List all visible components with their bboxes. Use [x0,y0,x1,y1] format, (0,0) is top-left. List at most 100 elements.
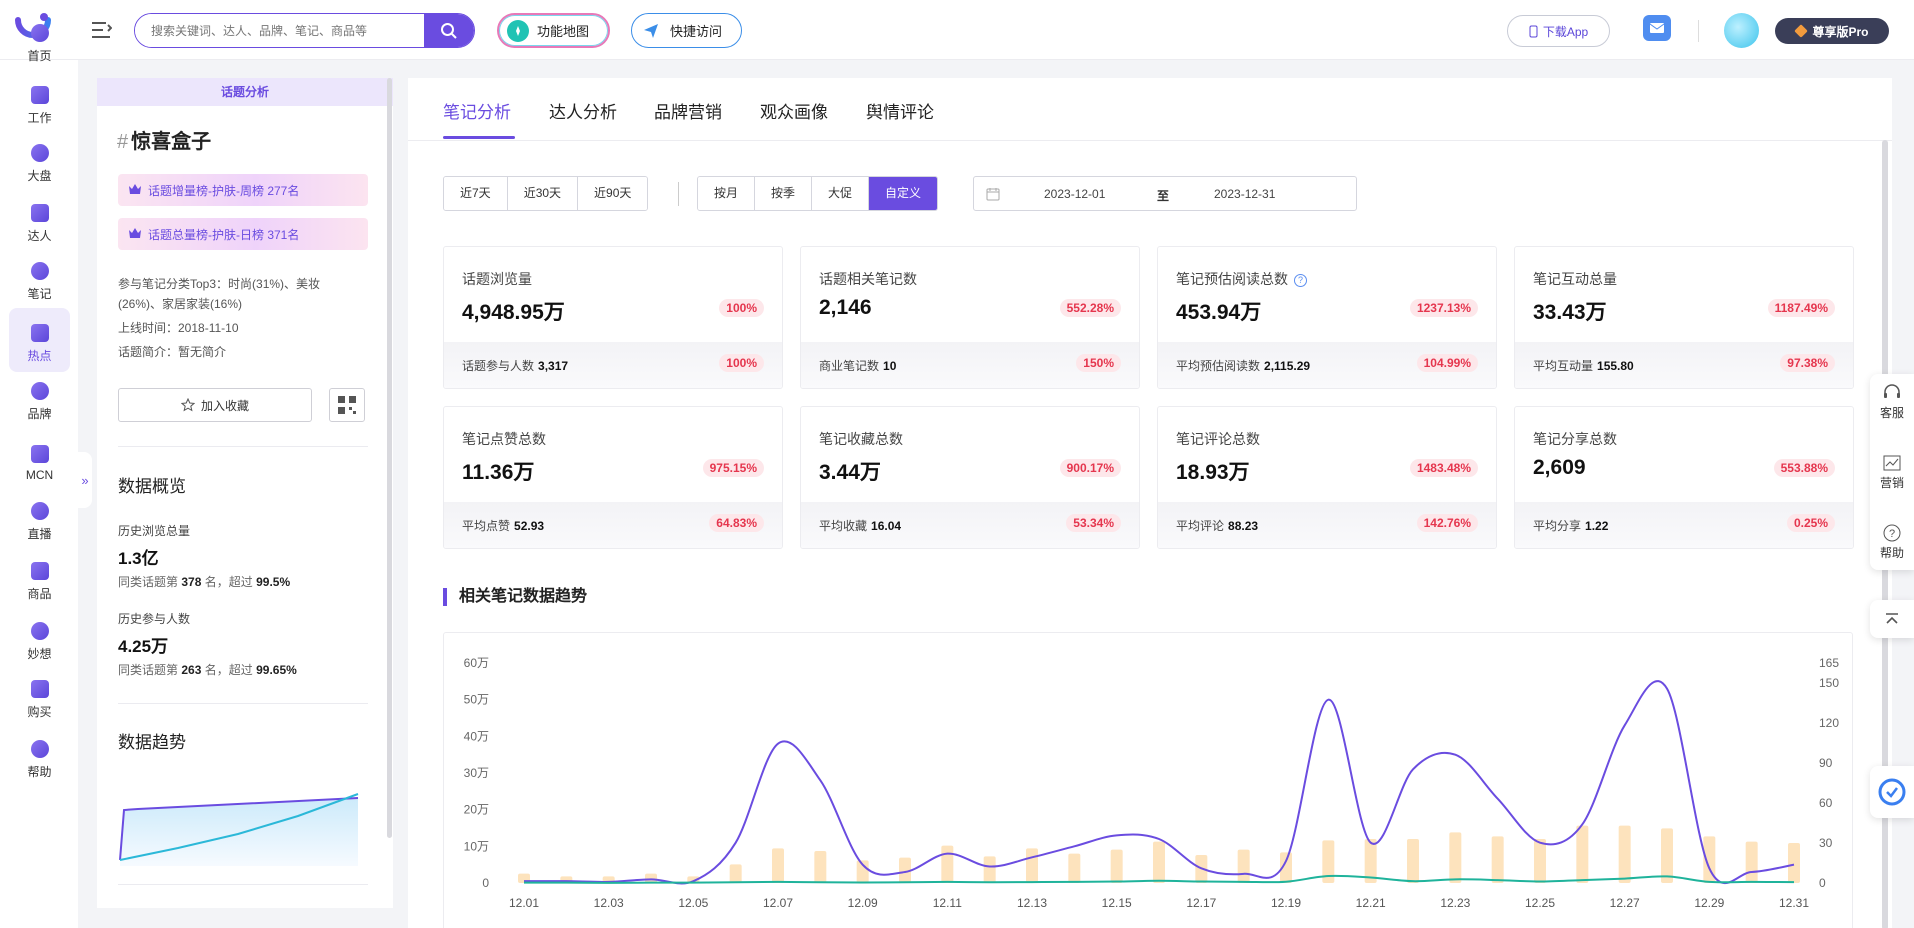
kpi-card: 笔记互动总量 33.43万 1187.49% 平均互动量 155.80 97.38% [1514,246,1854,389]
sidebar-item[interactable]: 商品 [9,546,70,610]
y-left-tick-label: 40万 [464,729,489,743]
rank-badge-total[interactable]: 话题总量榜-护肤-日榜 371名 [118,218,368,250]
help-icon[interactable]: ? [1294,274,1307,287]
kpi-footer: 话题参与人数 3,317 100% [444,342,782,388]
sidebar-item-label: MCN [25,468,54,482]
search-bar [134,13,475,48]
quick-range-button[interactable]: 近7天 [444,177,508,210]
rank-mid: 名，超过 [204,663,253,677]
kpi-value: 11.36万 [462,461,535,484]
sidebar-item[interactable]: 首页 [9,8,70,72]
sidebar-item[interactable]: 帮助 [9,724,70,788]
search-input[interactable] [135,14,424,47]
kpi-sub-label: 平均互动量 155.80 [1533,357,1634,374]
kpi-card: 笔记预估阅读总数? 453.94万 1237.13% 平均预估阅读数 2,115.29 1… [1157,246,1497,389]
person-icon [30,204,49,222]
top-bar: 功能地图 快捷访问 下载App 尊享版Pro [0,0,1914,60]
sidebar-item-label: 商品 [27,587,52,601]
quick-access-label: 快捷访问 [670,24,723,39]
period-button[interactable]: 按月 [698,177,756,210]
note-icon [30,262,49,280]
sidebar-item[interactable]: 妙想 [9,606,70,670]
quick-access-button[interactable]: 快捷访问 [631,13,742,48]
kpi-label: 笔记分享总数 [1533,429,1617,449]
help-icon [30,740,49,758]
marketing-label: 营销 [1879,476,1904,490]
kpi-card: 话题相关笔记数 2,146 552.28% 商业笔记数 10 150% [800,246,1140,389]
expand-panel-icon[interactable]: » [78,452,92,508]
date-end[interactable]: 2023-12-31 [1214,187,1275,201]
kpi-footer: 商业笔记数 10 150% [801,342,1139,388]
pro-badge[interactable]: 尊享版Pro [1775,18,1889,44]
bar [1153,841,1165,883]
assistant-button[interactable] [1870,766,1914,818]
sidebar-item[interactable]: 工作 [9,70,70,134]
period-button[interactable]: 自定义 [869,177,938,210]
bar [814,851,827,883]
kpi-label-text: 话题相关笔记数 [819,271,917,287]
history-users-label: 历史参与人数 [118,612,191,626]
bar [1110,849,1123,883]
mini-trend-chart [119,793,359,866]
rank-percent: 99.5% [256,575,291,589]
left-panel-scrollbar[interactable] [387,78,392,838]
sidebar-item[interactable]: MCN [9,426,70,490]
sidebar-item[interactable]: 大盘 [9,128,70,192]
rank-text: 话题增量榜-护肤-周榜 277名 [148,183,300,198]
qr-code-icon[interactable] [329,388,365,422]
help-button[interactable]: ? 帮助 [1870,524,1914,561]
add-favorite-button[interactable]: 加入收藏 [118,388,312,422]
category-line: 参与笔记分类Top3：时尚(31%)、美妆 [118,277,321,291]
tab[interactable]: 舆情评论 [866,98,934,123]
mail-icon[interactable] [1643,15,1671,41]
goods-icon [30,562,49,580]
pro-label: 尊享版Pro [1812,24,1869,39]
sidebar-item[interactable]: 笔记 [9,246,70,310]
menu-toggle-icon[interactable] [90,19,112,41]
kpi-sub-label-text: 平均预估阅读数 [1176,359,1261,373]
sidebar-item[interactable]: 直播 [9,486,70,550]
user-avatar[interactable] [1724,13,1759,48]
back-to-top-button[interactable] [1870,600,1914,638]
line-chart-icon [1883,455,1901,471]
topic-info-panel: 话题分析 # 惊喜盒子 话题增量榜-护肤-周榜 277名 话题总量榜-护肤-日榜 … [97,78,393,908]
quick-range-button[interactable]: 近30天 [507,177,579,210]
y-left-tick-label: 30万 [464,766,489,780]
live-icon [30,502,49,520]
kpi-sub-percent-badge: 0.25% [1786,514,1835,532]
customer-service-button[interactable]: 客服 [1870,384,1914,421]
kpi-sub-label: 平均收藏 16.04 [819,517,901,534]
function-map-button[interactable]: 功能地图 [497,13,610,48]
tab[interactable]: 达人分析 [549,98,617,123]
kpi-card: 笔记点赞总数 11.36万 975.15% 平均点赞 52.93 64.83% [443,406,783,549]
sidebar-item[interactable]: 达人 [9,188,70,252]
hash-icon: # [117,131,129,153]
sidebar-item[interactable]: 品牌 [9,366,70,430]
x-tick-label: 12.03 [594,896,624,910]
date-start[interactable]: 2023-12-01 [1044,187,1105,201]
marketing-button[interactable]: 营销 [1870,454,1914,491]
sidebar-item[interactable]: 购买 [9,664,70,728]
sidebar-item[interactable]: 热点 [9,308,70,372]
x-tick-label: 12.21 [1356,896,1386,910]
rank-badge-increase[interactable]: 话题增量榜-护肤-周榜 277名 [118,174,368,206]
search-button[interactable] [424,14,474,47]
bar [1661,828,1673,883]
tab[interactable]: 笔记分析 [443,98,511,123]
panel-header: 话题分析 [97,78,393,106]
kpi-sub-percent-badge: 100% [719,354,764,372]
topic-title: # 惊喜盒子 [117,125,211,154]
period-button[interactable]: 按季 [755,177,813,210]
tab[interactable]: 观众画像 [760,98,828,123]
quick-range-button[interactable]: 近90天 [578,177,648,210]
kpi-sub-label-text: 平均互动量 [1533,359,1594,373]
period-button[interactable]: 大促 [812,177,870,210]
kpi-percent-badge: 553.88% [1773,459,1835,477]
tab[interactable]: 品牌营销 [654,98,722,123]
kpi-label-text: 话题浏览量 [462,271,532,287]
sidebar-item-label: 达人 [27,229,52,243]
download-app-button[interactable]: 下载App [1507,15,1610,47]
kpi-footer: 平均分享 1.22 0.25% [1515,502,1853,548]
y-left-tick-label: 0 [482,876,489,890]
date-range-picker[interactable]: 2023-12-01 至 2023-12-31 [973,176,1357,211]
